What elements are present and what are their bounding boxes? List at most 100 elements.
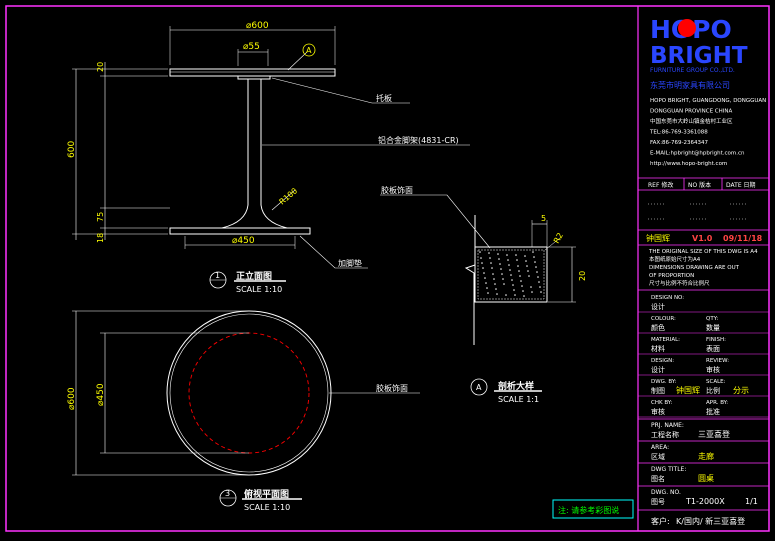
hatch-dot [484,277,486,279]
row-label-cn: 材料 [651,344,665,353]
note-line: OF PROPORTION [649,273,694,279]
address-line: E-MAIL:hpbright@hpbright.com.cn [650,151,745,157]
hatch-dot [480,257,482,259]
hatch-dot [521,285,523,287]
plan-view: ⌀600 ⌀450 胶板饰面 3 俯视平面图 SCALE 1:10 [67,310,420,512]
row-label2-en: QTY: [706,316,718,322]
dim-stem: ⌀55 [243,42,260,52]
base-flare-left [198,204,249,229]
hatch-dot [512,284,514,286]
logo-subtitle: FURNITURE GROUP CO.,LTD. [650,67,735,74]
title-label-en: DWG TITLE: [651,466,686,473]
hatch-dot [531,291,533,293]
note-line: DIMENSIONS DRAWING ARE OUT [649,265,740,271]
rev-header-no: NO 版本 [688,181,711,189]
section-detail-view: 胶板饰面 5 R2 20 A 剖析大样 SCALE 1:1 [380,185,587,404]
address-line: http://www.hopo-bright.com [650,161,727,167]
hatch-dot [528,275,530,277]
hatch-dot [536,271,538,273]
note-text: 注: 请参考彩图说 [558,505,619,515]
callout-surface: 胶板饰面 [376,383,408,393]
hatch-dot [522,290,524,292]
row-label2-en: SCALE: [706,379,726,385]
note-line: 尺寸与比例不符合比例尺 [649,279,710,287]
hatch-dot [532,251,534,253]
elevation-view: ⌀600 ⌀55 A 20 600 75 18 R100 ⌀450 托板 铝合金… [67,21,470,294]
hatch-dot [538,281,540,283]
dim-base-thickness: 18 [96,233,105,243]
hatch-dot [540,291,542,293]
hatch-dot [524,255,526,257]
hatch-dot [537,276,539,278]
callout-plate: 托板 [376,93,392,103]
callout-edge: 胶板饰面 [381,185,413,195]
section-marker-label: A [306,46,312,55]
table-top-outline [169,68,336,77]
version-name: 钟国辉 [646,233,670,243]
row-value2: 分示 [733,386,749,395]
prj-value: 三亚喜登 [698,429,730,439]
dwg-no-label-en: DWG. NO. [651,489,681,496]
company-logo: HOPO BRIGHT FURNITURE GROUP CO.,LTD. [650,15,748,74]
dwg-no-value: T1-2000X [685,497,725,506]
area-value: 走廊 [698,451,714,461]
plan-hidden-base-circle [188,332,310,454]
hatch-dot [515,254,517,256]
hatch-dot [535,266,537,268]
row-label2-cn: 批准 [706,407,720,416]
row-label2-en: APR. BY: [706,400,728,406]
row-label-en: MATERIAL: [651,337,680,343]
hatch-dot [483,272,485,274]
view-scale: SCALE 1:10 [244,503,290,512]
dwg-no-label-cn: 图号 [651,498,665,506]
view-scale: SCALE 1:1 [498,395,539,404]
hatch-dot [489,257,491,259]
hatch-dot [499,263,501,265]
row-label2-cn: 比例 [706,386,720,395]
row-label2-en: FINISH: [706,337,726,343]
hatch-dot [533,256,535,258]
row-value: 钟国辉 [676,385,700,395]
view-title: 俯视平面图 [244,488,289,500]
row-label-cn: 制图 [651,386,665,395]
hatch-dot [520,280,522,282]
hatch-dot [501,273,503,275]
callout-leader [271,77,373,104]
hatch-dot [479,251,481,253]
cad-drawing-canvas: ⌀600 ⌀55 A 20 600 75 18 R100 ⌀450 托板 铝合金… [0,0,775,537]
hatch-dot [492,273,494,275]
hatch-dot [493,278,495,280]
view-title: 正立面图 [236,270,272,282]
hatch-dot [514,294,516,296]
address-line: HOPO BRIGHT, GUANGDONG, DONGGUAN [650,98,766,104]
hatch-dot [505,294,507,296]
dim-base-height: 75 [96,212,105,222]
hatch-dot [482,267,484,269]
view-number: 3 [225,489,230,498]
row-label-cn: 设计 [651,302,665,311]
hatch-dot [511,279,513,281]
dwg-title-value: 圆桌 [698,473,714,483]
hatch-dot [503,283,505,285]
area-label-en: AREA: [651,444,669,451]
hatch-dot [510,274,512,276]
view-title: 剖析大样 [498,380,534,392]
hatch-dot [513,289,515,291]
dim-total-height: 600 [67,141,77,158]
plan-edge-circle [169,313,329,473]
row-label2-en: REVIEW: [706,358,729,364]
dim-top-width: ⌀600 [246,21,269,31]
plan-outer-circle [166,310,332,476]
sheet-value: 1/1 [745,497,758,506]
row-label2-cn: 数量 [706,323,720,332]
hatch-dot [517,265,519,267]
row-label-en: DWG. BY: [651,379,677,385]
dim-plan-outer: ⌀600 [67,387,77,410]
dim-plan-inner: ⌀450 [96,383,106,406]
support-plate [237,75,271,80]
hatch-dot [519,275,521,277]
hatch-dot [530,286,532,288]
prj-label-en: PRJ. NAME: [651,422,684,429]
dim-base-width: ⌀450 [232,236,255,246]
section-hatch [479,251,542,297]
